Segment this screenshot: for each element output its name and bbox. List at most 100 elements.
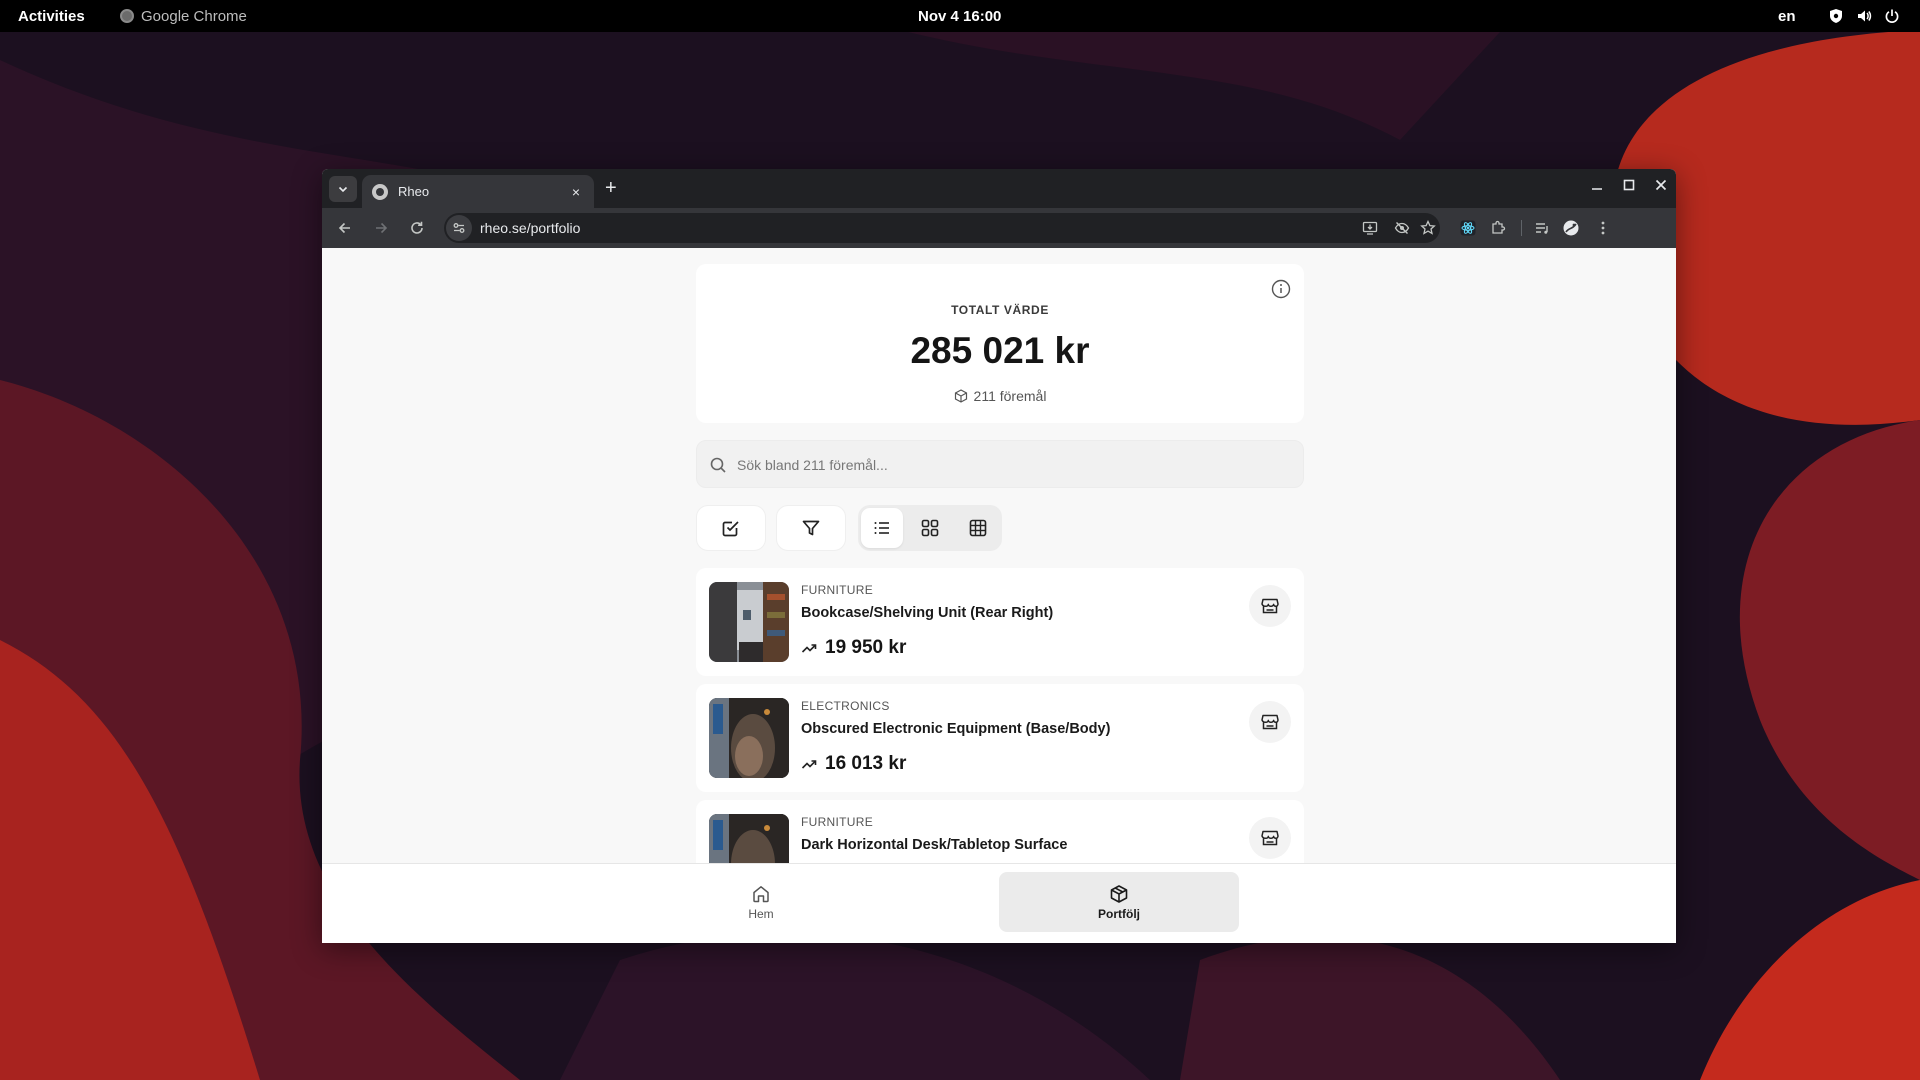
nav-home[interactable]: Hem [702, 872, 820, 932]
store-icon [1261, 714, 1279, 730]
activities-button[interactable]: Activities [18, 8, 85, 25]
item-category: FURNITURE [801, 583, 874, 597]
item-value: 16 013 kr [825, 753, 907, 774]
item-name[interactable]: Bookcase/Shelving Unit (Rear Right) [801, 605, 1053, 621]
list-view-icon [874, 522, 889, 534]
checkbox-icon [722, 521, 739, 537]
trending-up-icon [801, 644, 817, 653]
site-info-icon [453, 223, 465, 233]
active-app-label: Google Chrome [141, 7, 247, 25]
system-tray[interactable] [1828, 8, 1900, 24]
item-count-label: 211 föremål [973, 388, 1047, 404]
item-count: 211 föremål [696, 388, 1304, 404]
item-name[interactable]: Dark Horizontal Desk/Tabletop Surface [801, 837, 1067, 853]
install-icon[interactable] [1362, 220, 1378, 236]
forward-icon [376, 222, 388, 234]
browser-menu-button[interactable] [1593, 218, 1613, 238]
clock[interactable]: Nov 4 16:00 [918, 8, 1001, 25]
grid-view-button[interactable] [909, 508, 951, 548]
tab-rheo[interactable]: Rheo × [362, 175, 594, 208]
close-icon[interactable] [1654, 178, 1668, 192]
store-icon [1261, 830, 1279, 846]
item-value: 19 950 kr [825, 637, 907, 658]
nav-home-label: Hem [748, 906, 774, 921]
profile-button[interactable] [1561, 218, 1581, 238]
react-devtools-button[interactable] [1458, 218, 1478, 238]
new-tab-button[interactable]: + [605, 178, 617, 198]
marketplace-button[interactable] [1249, 817, 1291, 859]
total-value-card: TOTALT VÄRDE 285 021 kr 211 föremål [696, 264, 1304, 423]
extensions-button[interactable] [1488, 218, 1508, 238]
react-devtools-icon [1460, 220, 1476, 236]
profile-icon [1563, 220, 1579, 236]
package-icon [1110, 884, 1128, 903]
browser-toolbar: rheo.se/portfolio [322, 208, 1676, 248]
back-icon [338, 222, 350, 234]
info-icon[interactable] [1270, 278, 1292, 300]
site-info-button[interactable] [446, 215, 472, 241]
back-button[interactable] [335, 218, 355, 238]
search-box[interactable] [696, 440, 1304, 488]
media-icon [1536, 223, 1548, 234]
nav-portfolio-label: Portfölj [1098, 906, 1140, 921]
table-view-icon [969, 519, 987, 537]
trending-up-icon [801, 760, 817, 769]
tab-strip: Rheo × + [322, 169, 1676, 208]
window-controls [1590, 178, 1668, 192]
view-mode-switcher [858, 505, 1002, 551]
marketplace-button[interactable] [1249, 585, 1291, 627]
item-thumbnail [709, 698, 789, 778]
total-value-label: TOTALT VÄRDE [951, 303, 1049, 317]
portfolio-page: TOTALT VÄRDE 285 021 kr 211 föremål Sök … [322, 248, 1676, 943]
media-button[interactable] [1532, 218, 1552, 238]
bottom-navigation: Hem Portfölj [322, 863, 1676, 943]
active-app-menu[interactable]: Google Chrome [120, 8, 247, 25]
forward-button[interactable] [371, 218, 391, 238]
total-value-amount: 285 021 kr [910, 330, 1090, 371]
maximize-icon[interactable] [1622, 178, 1636, 192]
item-value-row: 16 013 kr [801, 753, 906, 775]
volume-icon [1858, 10, 1872, 22]
item-value-row: 19 950 kr [801, 637, 906, 659]
reload-icon [411, 221, 423, 234]
nav-portfolio[interactable]: Portfölj [999, 872, 1239, 932]
store-icon [1261, 598, 1279, 614]
tab-close-button[interactable]: × [568, 184, 584, 200]
chevron-down-icon [338, 186, 348, 193]
browser-window: Rheo × + rheo.se/portfolio TOTALT VÄRDE … [322, 169, 1676, 943]
toolbar-divider [1521, 220, 1522, 236]
filter-icon [802, 520, 820, 536]
grid-view-icon [921, 519, 939, 537]
item-thumbnail [709, 582, 789, 662]
filter-button[interactable] [776, 505, 846, 551]
home-icon [753, 885, 769, 902]
extensions-icon [1492, 220, 1506, 234]
item-name[interactable]: Obscured Electronic Equipment (Base/Body… [801, 721, 1110, 737]
select-mode-button[interactable] [696, 505, 766, 551]
tab-search-button[interactable] [329, 176, 357, 202]
item-category: ELECTRONICS [801, 699, 890, 713]
eye-off-icon[interactable] [1394, 220, 1410, 236]
shield-icon [1830, 9, 1842, 23]
marketplace-button[interactable] [1249, 701, 1291, 743]
list-item[interactable]: ELECTRONICS Obscured Electronic Equipmen… [696, 684, 1304, 792]
reload-button[interactable] [407, 218, 427, 238]
keyboard-language[interactable]: en [1778, 8, 1796, 25]
table-view-button[interactable] [957, 508, 999, 548]
package-icon [954, 389, 967, 403]
search-input[interactable] [737, 453, 1277, 477]
minimize-icon[interactable] [1590, 178, 1604, 192]
list-item[interactable]: FURNITURE Bookcase/Shelving Unit (Rear R… [696, 568, 1304, 676]
chrome-app-icon [120, 9, 134, 23]
rheo-favicon-icon [372, 183, 388, 200]
item-category: FURNITURE [801, 815, 874, 829]
url-text: rheo.se/portfolio [480, 220, 581, 236]
bookmark-star-icon[interactable] [1420, 220, 1436, 236]
menu-icon [1601, 221, 1605, 235]
search-icon [710, 457, 726, 473]
system-top-bar: Activities Google Chrome Nov 4 16:00 en [0, 0, 1920, 32]
list-view-button[interactable] [861, 508, 903, 548]
tab-title: Rheo [398, 184, 430, 199]
power-icon [1885, 9, 1899, 23]
address-bar[interactable]: rheo.se/portfolio [444, 213, 1440, 243]
